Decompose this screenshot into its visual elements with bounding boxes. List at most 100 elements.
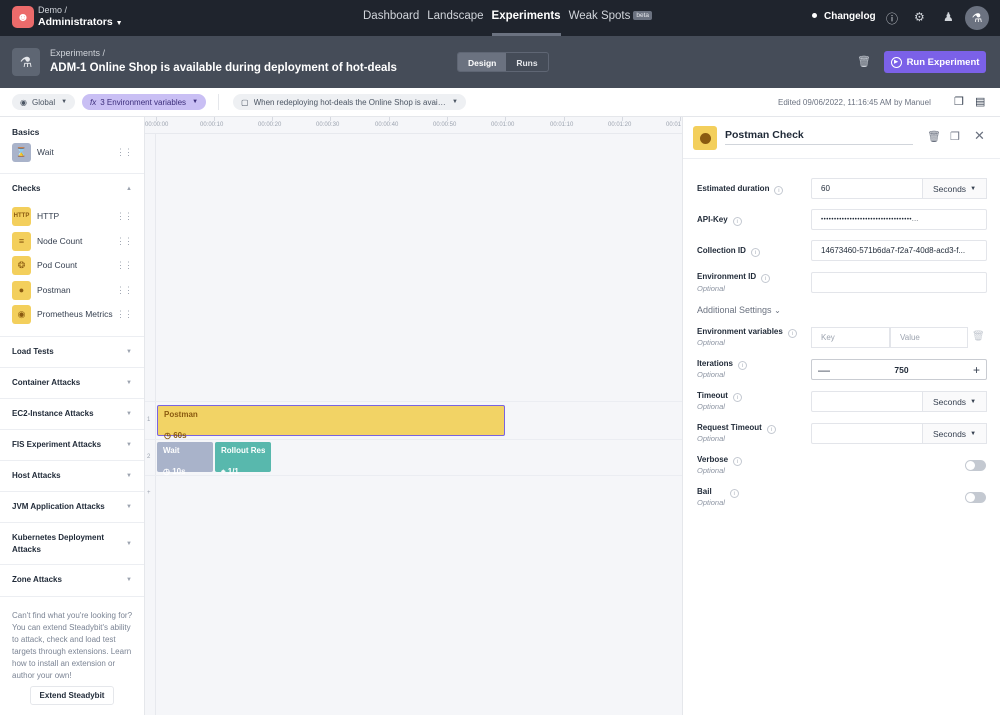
category-jvm-application-attacks[interactable]: JVM Application Attacks ▼	[12, 502, 132, 511]
help-icon[interactable]: ⓘ	[886, 10, 898, 27]
chevron-down-icon: ▼	[970, 185, 977, 192]
library-item-label: Postman	[37, 285, 71, 295]
category-container-attacks[interactable]: Container Attacks ▼	[12, 378, 132, 387]
team-selector[interactable]: Administrators ▼	[38, 16, 123, 28]
globe-icon: ◉	[20, 97, 27, 107]
drag-handle-icon[interactable]: ⋮⋮	[116, 236, 133, 247]
category-label: FIS Experiment Attacks	[12, 440, 102, 449]
step-targets: ⌖ 1/1	[221, 467, 239, 476]
lane-separator	[145, 401, 682, 402]
tick-label: 00:00:50	[433, 122, 457, 128]
duplicate-icon[interactable]: ❐	[950, 130, 960, 143]
info-icon[interactable]: i	[732, 393, 742, 402]
tab-design[interactable]: Design	[458, 53, 507, 71]
minus-icon[interactable]: —	[818, 363, 830, 377]
info-icon[interactable]: i	[787, 329, 797, 338]
experiment-timeline[interactable]: 00:00:00 00:00:10 00:00:20 00:00:30 00:0…	[145, 117, 682, 715]
user-icon[interactable]: ♟	[943, 10, 954, 24]
label-text: Request Timeout	[697, 423, 762, 432]
drag-handle-icon[interactable]: ⋮⋮	[116, 211, 133, 222]
environment-id-input[interactable]	[811, 272, 987, 293]
env-var-value-input[interactable]: Value	[890, 327, 968, 348]
step-wait[interactable]: Wait ◷ 10s	[157, 442, 213, 476]
step-title-input[interactable]: Postman Check	[725, 129, 913, 145]
library-item-node-count[interactable]: ≡ Node Count ⋮⋮	[12, 231, 133, 251]
drag-handle-icon[interactable]: ⋮⋮	[116, 147, 133, 158]
request-timeout-input[interactable]	[811, 423, 923, 444]
flask-icon: ⚗	[971, 11, 983, 25]
verbose-toggle[interactable]	[965, 460, 986, 471]
step-postman[interactable]: Postman ◷ 60s	[157, 405, 505, 440]
avatar[interactable]: ⚗	[965, 6, 989, 30]
bail-toggle[interactable]	[965, 492, 986, 503]
request-timeout-unit-select[interactable]: Seconds ▼	[923, 423, 987, 444]
tick-label: 00:00:10	[200, 122, 224, 128]
library-item-http[interactable]: HTTP HTTP ⋮⋮	[12, 206, 133, 226]
info-icon[interactable]: i	[766, 425, 776, 434]
category-kubernetes-deployment-attacks[interactable]: Kubernetes Deployment Attacks ▼	[12, 532, 132, 556]
info-icon[interactable]: i	[733, 457, 743, 466]
library-item-prometheus-metrics[interactable]: ◉ Prometheus Metrics ⋮⋮	[12, 304, 133, 324]
breadcrumb[interactable]: Experiments /	[50, 48, 105, 58]
category-load-tests[interactable]: Load Tests ▼	[12, 347, 132, 356]
info-icon[interactable]: i	[732, 217, 742, 226]
additional-settings-toggle[interactable]: Additional Settings ⌄	[697, 305, 781, 315]
nav-experiments[interactable]: Experiments	[491, 0, 561, 36]
library-item-pod-count[interactable]: ❂ Pod Count ⋮⋮	[12, 255, 133, 275]
environment-selector[interactable]: ◉ Global ▼	[12, 94, 76, 110]
tab-runs[interactable]: Runs	[506, 53, 547, 71]
copy-icon[interactable]: ❐	[954, 95, 964, 108]
collection-id-input[interactable]: 14673460-571b6da7-f2a7-40d8-acd3-f...	[811, 240, 987, 261]
drag-handle-icon[interactable]: ⋮⋮	[116, 260, 133, 271]
info-icon[interactable]: i	[750, 248, 760, 257]
library-item-wait[interactable]: ⌛ Wait ⋮⋮	[12, 142, 133, 162]
info-icon[interactable]: i	[729, 489, 739, 498]
environment-label: Global	[31, 97, 56, 107]
estimated-duration-input[interactable]: 60	[811, 178, 923, 199]
plus-icon[interactable]: +	[973, 363, 980, 377]
info-icon[interactable]: i	[774, 186, 784, 195]
nav-dashboard[interactable]: Dashboard	[363, 0, 419, 36]
category-host-attacks[interactable]: Host Attacks ▼	[12, 471, 132, 480]
trash-icon[interactable]: 🗑	[927, 130, 941, 143]
step-name: Rollout Resta	[221, 446, 265, 455]
api-key-input[interactable]: •••••••••••••••••••••••••••••••••••...	[811, 209, 987, 230]
category-fis-experiment-attacks[interactable]: FIS Experiment Attacks ▼	[12, 440, 132, 449]
unit-label: Seconds	[932, 183, 967, 194]
team-icon[interactable]: ☻	[12, 6, 34, 28]
label-text: Environment variables	[697, 327, 783, 336]
section-checks-toggle[interactable]: Checks ▲	[12, 184, 132, 193]
chevron-down-icon: ▼	[61, 99, 68, 105]
nav-weak-spots[interactable]: Weak Spots beta	[569, 0, 653, 36]
changelog-link[interactable]: Changelog	[812, 11, 876, 22]
chevron-down-icon: ▼	[115, 20, 123, 27]
info-icon[interactable]: i	[761, 274, 771, 283]
http-icon: HTTP	[12, 206, 31, 226]
iterations-stepper[interactable]: — 750 +	[811, 359, 987, 380]
document-icon[interactable]: ▤	[975, 95, 985, 108]
iterations-value[interactable]: 750	[894, 365, 908, 375]
category-zone-attacks[interactable]: Zone Attacks ▼	[12, 575, 132, 584]
run-experiment-button[interactable]: ▶ Run Experiment	[884, 51, 986, 73]
category-ec2-instance-attacks[interactable]: EC2-Instance Attacks ▼	[12, 409, 132, 418]
timeout-input[interactable]	[811, 391, 923, 412]
environment-variables-selector[interactable]: fx 3 Environment variables ▼	[82, 94, 207, 110]
drag-handle-icon[interactable]: ⋮⋮	[116, 309, 133, 320]
estimated-duration-unit-select[interactable]: Seconds ▼	[923, 178, 987, 199]
delete-experiment-trash-icon[interactable]: 🗑	[857, 55, 871, 68]
timeout-unit-select[interactable]: Seconds ▼	[923, 391, 987, 412]
nav-landscape[interactable]: Landscape	[427, 0, 483, 36]
add-lane-button[interactable]: +	[147, 490, 151, 496]
chevron-down-icon: ▼	[126, 348, 132, 355]
close-icon[interactable]: ✕	[974, 128, 985, 144]
gear-icon[interactable]: ⚙	[914, 10, 925, 24]
trash-icon[interactable]: 🗑	[972, 331, 985, 342]
extend-steadybit-button[interactable]: Extend Steadybit	[30, 686, 114, 705]
info-icon[interactable]: i	[738, 361, 748, 370]
drag-handle-icon[interactable]: ⋮⋮	[116, 285, 133, 296]
hypothesis-selector[interactable]: ▢ When redeploying hot-deals the Online S…	[233, 94, 466, 110]
step-rollout-restart[interactable]: Rollout Resta ⌖ 1/1	[215, 442, 271, 476]
env-var-key-input[interactable]: Key	[811, 327, 890, 348]
library-item-postman[interactable]: ● Postman ⋮⋮	[12, 280, 133, 300]
category-label: Load Tests	[12, 347, 54, 356]
